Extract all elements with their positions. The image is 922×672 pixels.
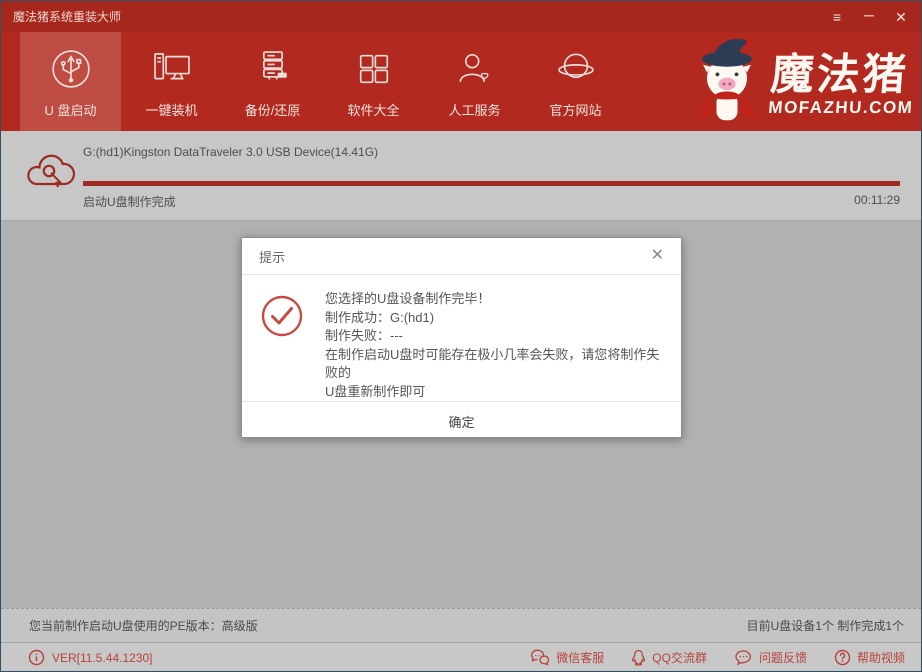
dialog-close-icon[interactable]: ✕ — [651, 248, 664, 264]
brand-logo: 魔法猪 MOFAZHU.COM — [684, 34, 915, 135]
feedback-bubble-icon — [734, 649, 753, 666]
brand-name: 魔法猪 — [769, 54, 917, 97]
footer-links: 微信客服 QQ交流群 — [531, 649, 905, 666]
app-window: 魔法猪系统重装大师 ≡ ─ ✕ U 盘启动 — [0, 0, 922, 672]
server-icon — [251, 45, 295, 91]
window-title: 魔法猪系统重装大师 — [13, 8, 121, 25]
globe-icon — [554, 45, 598, 91]
dialog-line: 制作失败：--- — [325, 327, 663, 346]
wechat-support-link[interactable]: 微信客服 — [531, 649, 604, 666]
minimize-icon[interactable]: ─ — [861, 8, 877, 22]
prompt-dialog: 提示 ✕ 您选择的U盘设备制作完毕！ 制作成功：G:(hd1) 制作失败：---… — [241, 237, 682, 438]
dialog-header: 提示 ✕ — [242, 238, 681, 275]
help-icon — [834, 649, 851, 666]
dialog-footer: 确定 — [242, 401, 681, 441]
menu-icon[interactable]: ≡ — [829, 10, 845, 24]
footer-link-label: 问题反馈 — [759, 649, 807, 666]
main-nav: U 盘启动 一键装机 — [1, 32, 921, 131]
window-controls: ≡ ─ ✕ — [829, 10, 909, 24]
elapsed-time: 00:11:29 — [854, 193, 900, 207]
footer-link-label: 帮助视频 — [857, 649, 905, 666]
progress-bar-fill — [83, 181, 900, 186]
qq-icon — [631, 649, 646, 666]
progress-strip: G:(hd1)Kingston DataTraveler 3.0 USB Dev… — [1, 131, 921, 221]
nav-tab-website[interactable]: 官方网站 — [525, 32, 626, 131]
pe-version-text: 您当前制作启动U盘使用的PE版本：高级版 — [29, 617, 258, 634]
dialog-body: 您选择的U盘设备制作完毕！ 制作成功：G:(hd1) 制作失败：--- 在制作启… — [242, 275, 681, 401]
confirm-button[interactable]: 确定 — [418, 408, 504, 435]
pig-mascot-icon — [684, 34, 770, 135]
dialog-line: 您选择的U盘设备制作完毕！ — [325, 290, 663, 309]
footer-link-label: QQ交流群 — [652, 649, 707, 666]
computer-icon — [150, 45, 194, 91]
close-icon[interactable]: ✕ — [893, 10, 909, 24]
titlebar: 魔法猪系统重装大师 ≡ ─ ✕ — [1, 1, 921, 32]
version-info: VER[11.5.44.1230] — [28, 649, 153, 666]
dialog-line: 在制作启动U盘时可能存在极小几率会失败，请您将制作失败的 — [325, 346, 663, 383]
help-video-link[interactable]: 帮助视频 — [834, 649, 905, 666]
nav-tab-label: U 盘启动 — [44, 100, 96, 119]
brand-domain: MOFAZHU.COM — [768, 99, 914, 116]
nav-tab-label: 软件大全 — [347, 100, 399, 119]
status-bar: 您当前制作启动U盘使用的PE版本：高级版 目前U盘设备1个 制作完成1个 — [1, 608, 921, 642]
usb-icon — [49, 45, 93, 91]
nav-tab-label: 一键装机 — [145, 100, 197, 119]
cloud-cursor-icon — [22, 148, 80, 203]
footer-bar: VER[11.5.44.1230] 微信客服 — [1, 642, 921, 672]
dialog-title: 提示 — [259, 247, 285, 266]
check-circle-icon — [260, 294, 304, 401]
device-count-text: 目前U盘设备1个 制作完成1个 — [747, 617, 904, 634]
dialog-message: 您选择的U盘设备制作完毕！ 制作成功：G:(hd1) 制作失败：--- 在制作启… — [325, 290, 663, 401]
person-icon — [453, 45, 497, 91]
nav-tab-software[interactable]: 软件大全 — [323, 32, 424, 131]
device-label: G:(hd1)Kingston DataTraveler 3.0 USB Dev… — [83, 145, 378, 159]
nav-tab-backup-restore[interactable]: 备份/还原 — [222, 32, 323, 131]
nav-tab-one-key-install[interactable]: 一键装机 — [121, 32, 222, 131]
wechat-icon — [531, 649, 550, 666]
nav-tab-support[interactable]: 人工服务 — [424, 32, 525, 131]
feedback-link[interactable]: 问题反馈 — [734, 649, 807, 666]
nav-tab-usb-boot[interactable]: U 盘启动 — [20, 32, 121, 131]
footer-link-label: 微信客服 — [556, 649, 604, 666]
dialog-line: U盘重新制作即可 — [325, 383, 663, 402]
info-icon — [28, 649, 45, 666]
qq-group-link[interactable]: QQ交流群 — [631, 649, 707, 666]
nav-tab-label: 官方网站 — [549, 100, 601, 119]
nav-tab-label: 人工服务 — [448, 100, 500, 119]
apps-grid-icon — [352, 45, 396, 91]
progress-status-text: 启动U盘制作完成 — [83, 193, 176, 210]
progress-bar — [83, 181, 900, 186]
nav-tab-label: 备份/还原 — [245, 100, 301, 119]
version-label: VER[11.5.44.1230] — [52, 651, 153, 665]
dialog-line: 制作成功：G:(hd1) — [325, 309, 663, 328]
